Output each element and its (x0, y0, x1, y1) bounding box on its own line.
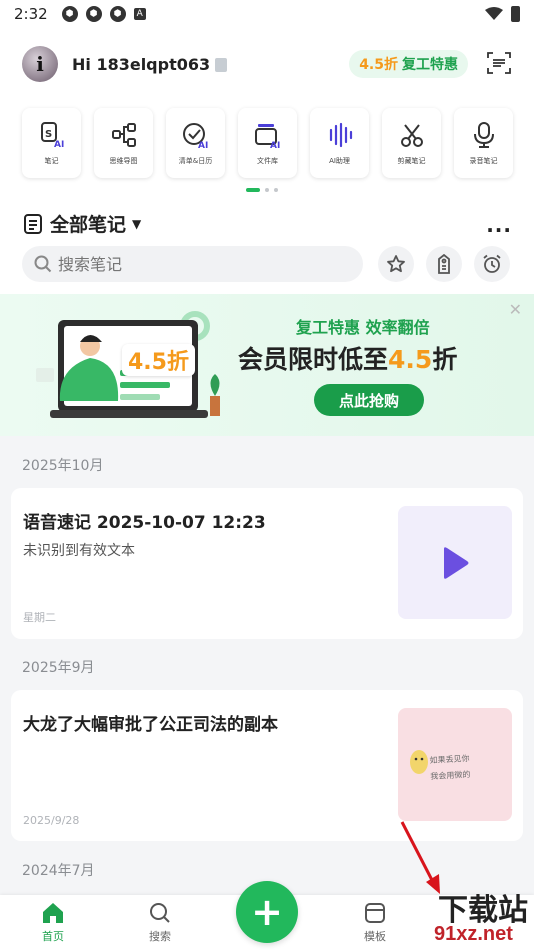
search-icon (150, 903, 170, 923)
page-dot (246, 188, 260, 192)
note-card-voice[interactable]: 语音速记 2025-10-07 12:23 未识别到有效文本 星期二 (11, 488, 523, 639)
greeting-text: Hi 183elqpt063 (72, 54, 211, 74)
vip-badge-icon (215, 57, 228, 72)
tool-ai-assistant[interactable]: AI助理 (310, 108, 369, 178)
quick-tools: S AI 笔记 思维导图 AI 清单&日历 AI 文件库 AI助理 剪藏笔记 录音… (0, 100, 534, 200)
banner-art-discount: 4.5折 (122, 344, 195, 376)
nav-search[interactable]: 搜索 (130, 901, 190, 944)
banner-tagline: 复工特惠 效率翻倍 (296, 318, 430, 337)
search-input[interactable] (58, 254, 338, 274)
section-date: 2024年7月 (22, 863, 95, 879)
favorites-button[interactable] (378, 246, 414, 282)
nav-label: 首页 (42, 930, 64, 943)
note-snippet: 未识别到有效文本 (23, 543, 135, 559)
voice-thumbnail (398, 506, 512, 619)
battery-icon (511, 6, 520, 22)
nav-label: 模板 (364, 930, 386, 943)
headline-prefix: 会员限时低至 (238, 345, 389, 374)
page-dot (265, 188, 269, 192)
tool-label: 文件库 (257, 157, 278, 165)
tool-label: 思维导图 (109, 157, 138, 165)
tool-label: 剪藏笔记 (397, 157, 426, 165)
tool-voice-note[interactable]: 录音笔记 (454, 108, 513, 178)
document-icon (24, 213, 42, 234)
reminder-button[interactable] (474, 246, 510, 282)
mindmap-icon (111, 123, 136, 147)
tool-file-library[interactable]: AI 文件库 (238, 108, 297, 178)
tag-button[interactable] (426, 246, 462, 282)
notes-header: 全部笔记 ▼ ··· (0, 200, 534, 294)
avatar[interactable]: i (22, 46, 58, 82)
section-date: 2025年9月 (22, 660, 95, 676)
headline-discount: 4.5 (388, 345, 433, 374)
ai-assistant-icon (329, 122, 352, 148)
app-icon: ⬢ (109, 6, 126, 22)
tool-todo-calendar[interactable]: AI 清单&日历 (166, 108, 225, 178)
alarm-clock-icon (483, 254, 501, 273)
notes-filter-dropdown[interactable]: 全部笔记 ▼ (24, 210, 141, 237)
more-options-icon[interactable]: ··· (486, 218, 512, 242)
tool-notes[interactable]: S AI 笔记 (22, 108, 81, 178)
note-date: 2025/9/28 (23, 814, 80, 827)
status-bar: 2:32 ⬢ ⬢ ⬢ A (0, 0, 534, 28)
home-icon (43, 903, 63, 923)
tool-label: 笔记 (44, 157, 59, 165)
nav-home[interactable]: 首页 (23, 901, 83, 944)
sticker-icon (410, 750, 428, 774)
promo-pill-button[interactable]: 4.5折 复工特惠 (349, 50, 468, 78)
app-header: i Hi 183elqpt063 4.5折 复工特惠 (0, 28, 534, 100)
app-icon: ⬢ (85, 6, 102, 22)
nav-templates[interactable]: 模板 (345, 901, 405, 944)
status-time: 2:32 (14, 5, 48, 23)
tool-label: 录音笔记 (469, 157, 498, 165)
username[interactable]: Hi 183elqpt063 (72, 54, 228, 74)
note-date: 星期二 (23, 611, 56, 624)
wifi-icon (485, 7, 503, 20)
file-library-icon: AI (254, 124, 280, 150)
search-icon (34, 255, 52, 273)
page-dot (274, 188, 278, 192)
tool-clip[interactable]: 剪藏笔记 (382, 108, 441, 178)
note-title: 语音速记 2025-10-07 12:23 (23, 513, 266, 533)
svg-text:AI: AI (198, 141, 208, 150)
buy-now-button[interactable]: 点此抢购 (314, 384, 424, 416)
svg-text:AI: AI (54, 140, 64, 150)
page-indicator (246, 188, 278, 192)
play-icon (444, 546, 469, 579)
watermark-sub: 91xz.net (434, 923, 513, 945)
create-note-button[interactable]: + (236, 881, 298, 943)
promo-banner[interactable]: ✕ 4.5折 复工特惠 效率翻倍 会员限时低至4.5折 点此抢购 (0, 294, 534, 436)
svg-text:AI: AI (270, 141, 280, 150)
template-icon (365, 903, 385, 923)
scan-icon[interactable] (486, 50, 512, 76)
note-title: 大龙了大幅审批了公正司法的副本 (23, 715, 278, 735)
promo-label: 复工特惠 (402, 57, 458, 73)
clip-icon (400, 124, 423, 147)
caret-down-icon: ▼ (132, 216, 142, 231)
promo-discount: 4.5折 (359, 57, 398, 73)
microphone-icon (473, 122, 494, 148)
banner-headline: 会员限时低至4.5折 (238, 340, 457, 376)
notes-title: 全部笔记 (50, 214, 127, 236)
tool-label: 清单&日历 (178, 157, 213, 165)
image-thumbnail: 如果丢见你 我会用微的 (398, 708, 512, 821)
tool-mindmap[interactable]: 思维导图 (94, 108, 153, 178)
ai-note-icon: SAI (40, 122, 64, 150)
star-icon (387, 255, 405, 273)
section-date: 2025年10月 (22, 458, 104, 474)
search-bar[interactable] (22, 246, 363, 282)
nav-label: 搜索 (149, 930, 171, 943)
todo-calendar-icon: AI (182, 123, 208, 150)
tool-label: AI助理 (329, 157, 350, 165)
thumbnail-line: 我会用微的 (430, 769, 471, 782)
headline-suffix: 折 (432, 345, 458, 374)
a-icon: A (133, 8, 146, 20)
tag-icon (438, 254, 450, 274)
thumbnail-text: 如果丢见你 我会用微的 (429, 751, 471, 785)
svg-text:S: S (45, 129, 52, 140)
close-icon[interactable]: ✕ (509, 300, 522, 319)
watermark: 下载站 91xz.net (408, 885, 534, 950)
app-icon: ⬢ (61, 6, 78, 22)
